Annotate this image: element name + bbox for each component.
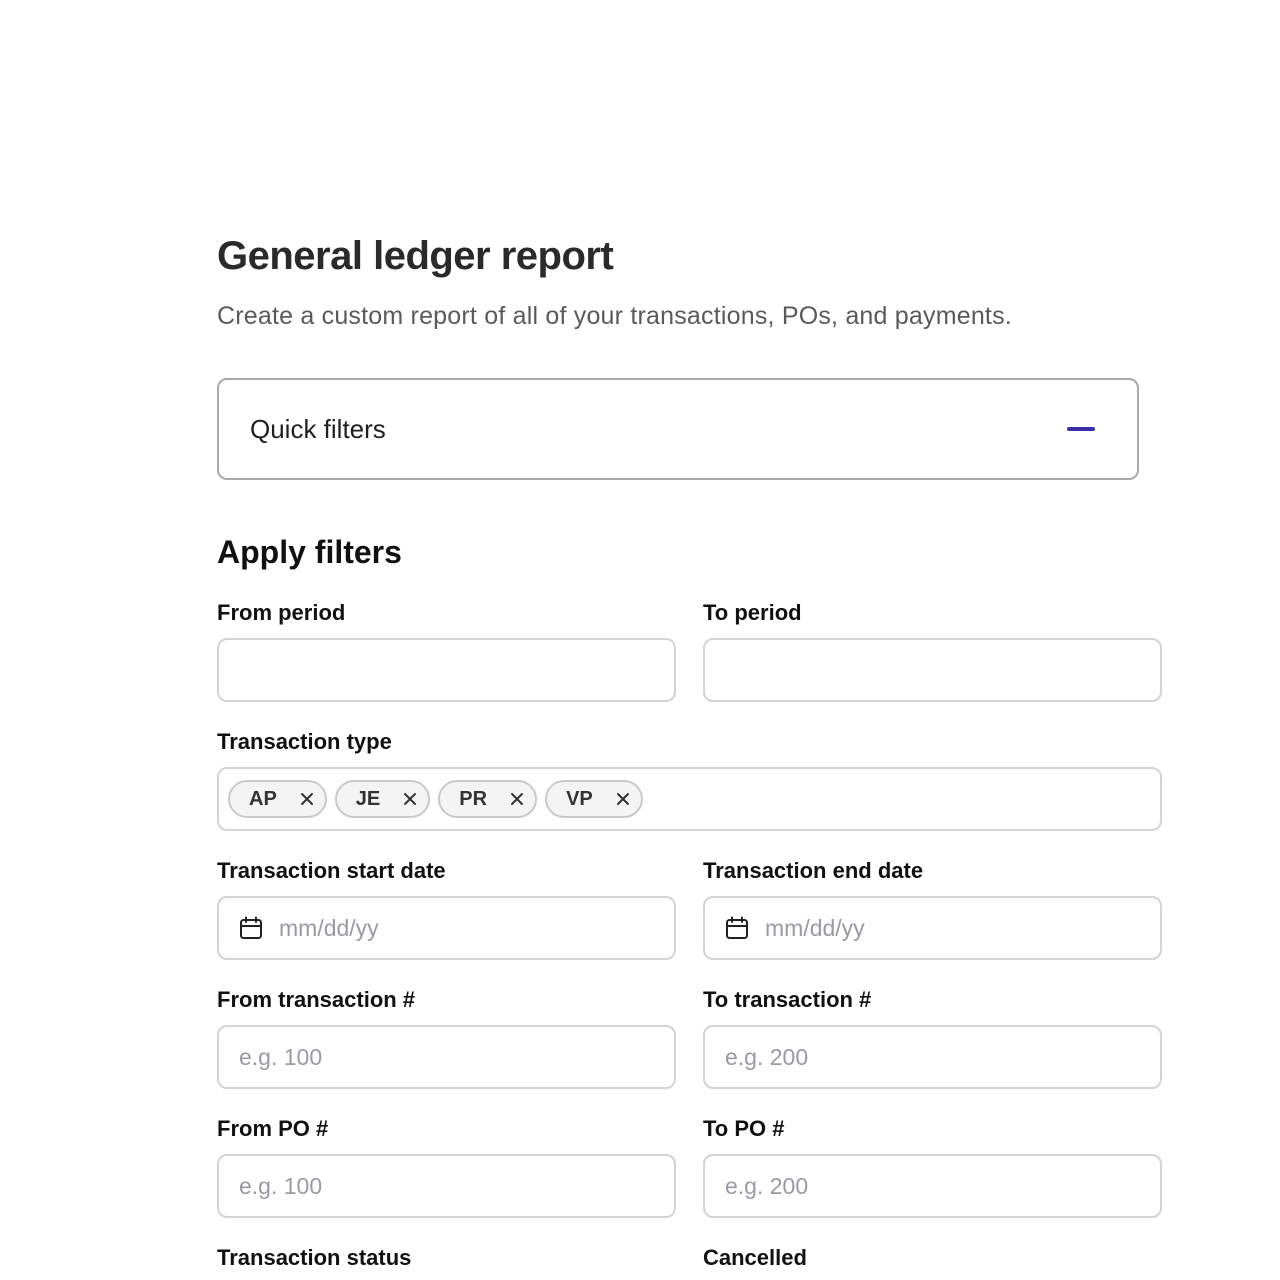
chip-label: VP: [566, 787, 593, 810]
chip-pr[interactable]: PR: [438, 780, 538, 818]
to-period-field[interactable]: [703, 638, 1162, 702]
transaction-type-label: Transaction type: [217, 729, 392, 754]
minus-icon[interactable]: [1067, 427, 1095, 431]
page-title: General ledger report: [217, 234, 614, 278]
end-date-field[interactable]: [703, 896, 1162, 960]
from-period-label: From period: [217, 600, 346, 625]
from-po-field[interactable]: [217, 1154, 676, 1218]
chip-ap[interactable]: AP: [228, 780, 327, 818]
transaction-status-label: Transaction status: [217, 1245, 412, 1270]
close-icon[interactable]: [509, 791, 525, 807]
to-period-label: To period: [703, 600, 802, 625]
page-subtitle: Create a custom report of all of your tr…: [217, 302, 1012, 330]
chip-label: JE: [355, 787, 381, 810]
to-period-input[interactable]: [705, 656, 1160, 684]
cancelled-label: Cancelled: [703, 1245, 807, 1270]
quick-filters-label: Quick filters: [250, 413, 386, 444]
chip-label: PR: [459, 787, 488, 810]
from-period-input[interactable]: [219, 656, 674, 684]
to-transaction-label: To transaction #: [703, 987, 872, 1012]
transaction-type-multiselect[interactable]: AP JE PR VP: [217, 767, 1162, 831]
apply-filters-heading: Apply filters: [217, 534, 402, 570]
close-icon[interactable]: [615, 791, 631, 807]
to-po-field[interactable]: [703, 1154, 1162, 1218]
from-po-input[interactable]: [219, 1172, 674, 1200]
end-date-label: Transaction end date: [703, 858, 924, 883]
to-transaction-field[interactable]: [703, 1025, 1162, 1089]
chip-vp[interactable]: VP: [545, 780, 643, 818]
from-transaction-field[interactable]: [217, 1025, 676, 1089]
chip-label: AP: [249, 787, 277, 810]
to-po-label: To PO #: [703, 1116, 785, 1141]
calendar-icon: [240, 916, 262, 939]
calendar-icon: [726, 916, 748, 939]
report-page: General ledger report Create a custom re…: [0, 0, 1280, 1280]
from-transaction-input[interactable]: [219, 1043, 674, 1071]
from-period-field[interactable]: [217, 638, 676, 702]
start-date-label: Transaction start date: [217, 858, 446, 883]
start-date-input[interactable]: [263, 914, 674, 942]
to-transaction-input[interactable]: [705, 1043, 1160, 1071]
close-icon[interactable]: [402, 791, 418, 807]
close-icon[interactable]: [299, 791, 315, 807]
end-date-input[interactable]: [749, 914, 1160, 942]
from-po-label: From PO #: [217, 1116, 329, 1141]
to-po-input[interactable]: [705, 1172, 1160, 1200]
from-transaction-label: From transaction #: [217, 987, 416, 1012]
quick-filters-accordion[interactable]: Quick filters: [217, 378, 1139, 480]
chip-je[interactable]: JE: [334, 780, 431, 818]
start-date-field[interactable]: [217, 896, 676, 960]
